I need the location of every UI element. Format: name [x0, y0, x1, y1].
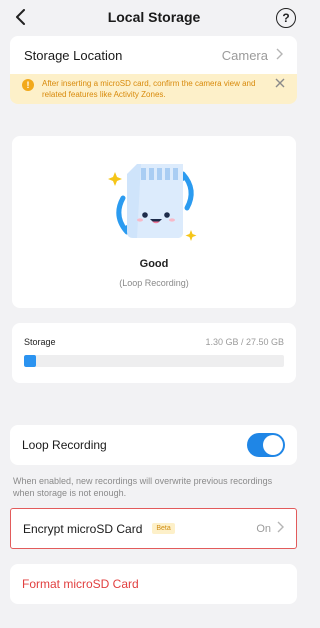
- sd-card-illustration: [108, 164, 197, 241]
- storage-location-value: Camera: [221, 47, 268, 63]
- storage-usage-card: Storage 1.30 GB / 27.50 GB: [12, 323, 296, 383]
- format-label: Format microSD Card: [22, 577, 139, 591]
- close-icon[interactable]: [275, 78, 285, 91]
- header: Local Storage ?: [0, 0, 308, 34]
- status-title: Good: [139, 258, 169, 270]
- chevron-right-icon: [277, 521, 284, 536]
- storage-location-label: Storage Location: [24, 47, 123, 63]
- microsd-notice-banner: ! After inserting a microSD card, confir…: [10, 74, 297, 104]
- help-button[interactable]: ?: [276, 8, 296, 28]
- loop-recording-label: Loop Recording: [22, 438, 107, 452]
- warning-icon: !: [22, 79, 34, 91]
- status-subtitle: (Loop Recording): [119, 278, 189, 288]
- loop-recording-toggle[interactable]: [247, 433, 285, 457]
- storage-status-card: Good (Loop Recording): [12, 136, 296, 308]
- back-button[interactable]: [10, 7, 30, 27]
- storage-progress-fill: [24, 355, 37, 367]
- storage-progress-bar: [24, 355, 284, 367]
- format-microsd-row[interactable]: Format microSD Card: [10, 564, 297, 604]
- encrypt-microsd-row[interactable]: Encrypt microSD Card Beta On: [10, 508, 297, 549]
- loop-recording-row: Loop Recording: [10, 425, 297, 465]
- storage-value: 1.30 GB / 27.50 GB: [205, 337, 284, 347]
- loop-recording-note: When enabled, new recordings will overwr…: [13, 476, 273, 498]
- beta-badge: Beta: [152, 523, 175, 534]
- local-storage-screen: Local Storage ? Storage Location Camera …: [0, 0, 308, 628]
- back-arrow-icon: [16, 9, 25, 25]
- encrypt-value: On: [256, 522, 271, 535]
- storage-location-row[interactable]: Storage Location Camera: [10, 36, 297, 74]
- encrypt-label: Encrypt microSD Card: [23, 521, 143, 536]
- page-title: Local Storage: [107, 9, 201, 25]
- toggle-knob: [263, 435, 283, 455]
- chevron-right-icon: [276, 48, 283, 63]
- notice-text: After inserting a microSD card, confirm …: [42, 79, 256, 99]
- help-icon: ?: [282, 11, 290, 25]
- storage-label: Storage: [24, 337, 56, 347]
